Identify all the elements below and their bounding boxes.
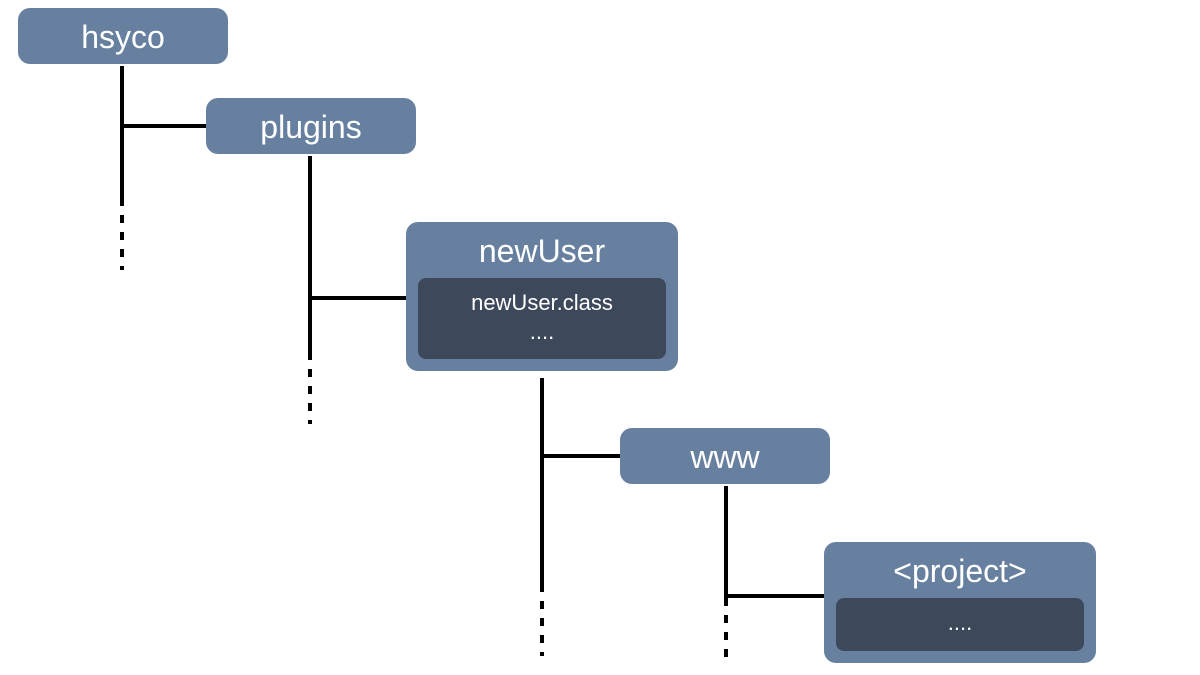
connector-dash-www (724, 598, 728, 658)
connector-h-www-project (724, 594, 824, 598)
node-plugins: plugins (206, 98, 416, 154)
node-newuser: newUser newUser.class .... (406, 222, 678, 371)
connector-dash-hsyco (120, 198, 124, 270)
connector-v-www (724, 486, 728, 598)
connector-dash-newuser (540, 584, 544, 656)
node-www-label: www (620, 428, 830, 484)
node-project-inner-line1: .... (844, 610, 1076, 636)
node-project-label: <project> (824, 542, 1096, 598)
connector-v-plugins (308, 156, 312, 352)
connector-h-newuser-www (540, 454, 620, 458)
node-project-inner: .... (836, 598, 1084, 650)
connector-v-newuser (540, 378, 544, 584)
node-www: www (620, 428, 830, 484)
node-newuser-inner-line1: newUser.class (426, 290, 658, 316)
node-project: <project> .... (824, 542, 1096, 663)
node-plugins-label: plugins (206, 98, 416, 154)
node-newuser-inner: newUser.class .... (418, 278, 666, 359)
node-newuser-inner-line2: .... (426, 319, 658, 345)
connector-h-plugins-newuser (308, 296, 406, 300)
node-hsyco: hsyco (18, 8, 228, 64)
connector-h-hsyco-plugins (120, 124, 206, 128)
node-newuser-label: newUser (406, 222, 678, 278)
connector-v-hsyco (120, 66, 124, 198)
connector-dash-plugins (308, 352, 312, 424)
node-hsyco-label: hsyco (18, 8, 228, 64)
diagram-canvas: hsyco plugins newUser newUser.class ....… (0, 0, 1200, 675)
